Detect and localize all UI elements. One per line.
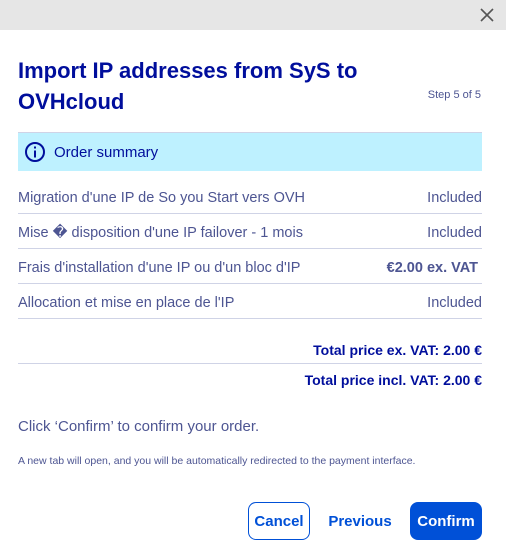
- summary-row-value: Included: [427, 295, 482, 311]
- summary-row: Allocation et mise en place de l'IP Incl…: [18, 284, 482, 319]
- summary-row: Mise � disposition d'une IP failover - 1…: [18, 214, 482, 249]
- summary-row-label: Migration d'une IP de So you Start vers …: [18, 190, 306, 206]
- total-ex-vat-row: Total price ex. VAT: 2.00 €: [18, 335, 482, 364]
- order-summary-banner: Order summary: [18, 133, 482, 171]
- previous-button[interactable]: Previous: [326, 502, 394, 540]
- summary-row-value: €2.00 ex. VAT: [386, 260, 478, 276]
- dialog-title: Import IP addresses from SyS to OVHcloud: [18, 58, 358, 114]
- summary-row-label: Allocation et mise en place de l'IP: [18, 295, 235, 311]
- dialog-header-bar: [0, 0, 506, 30]
- cancel-button[interactable]: Cancel: [248, 502, 310, 540]
- info-icon: [25, 142, 45, 162]
- summary-row-label: Mise � disposition d'une IP failover - 1…: [18, 225, 303, 241]
- confirm-button[interactable]: Confirm: [410, 502, 482, 540]
- summary-row: Migration d'une IP de So you Start vers …: [18, 179, 482, 214]
- order-summary-heading: Order summary: [54, 143, 159, 161]
- summary-row: Frais d'installation d'une IP ou d'un bl…: [18, 249, 482, 284]
- step-indicator: Step 5 of 5: [427, 89, 481, 101]
- total-ex-vat: Total price ex. VAT: 2.00 €: [313, 342, 482, 358]
- total-incl-vat-row: Total price incl. VAT: 2.00 €: [18, 365, 482, 393]
- confirm-instruction: Click ‘Confirm’ to confirm your order.: [18, 418, 260, 435]
- summary-row-value: Included: [427, 225, 482, 241]
- summary-row-label: Frais d'installation d'une IP ou d'un bl…: [18, 260, 301, 276]
- redirect-note: A new tab will open, and you will be aut…: [18, 455, 416, 467]
- summary-row-value: Included: [427, 190, 482, 206]
- total-incl-vat: Total price incl. VAT: 2.00 €: [304, 372, 482, 388]
- close-button[interactable]: [476, 4, 498, 26]
- close-icon: [480, 8, 494, 22]
